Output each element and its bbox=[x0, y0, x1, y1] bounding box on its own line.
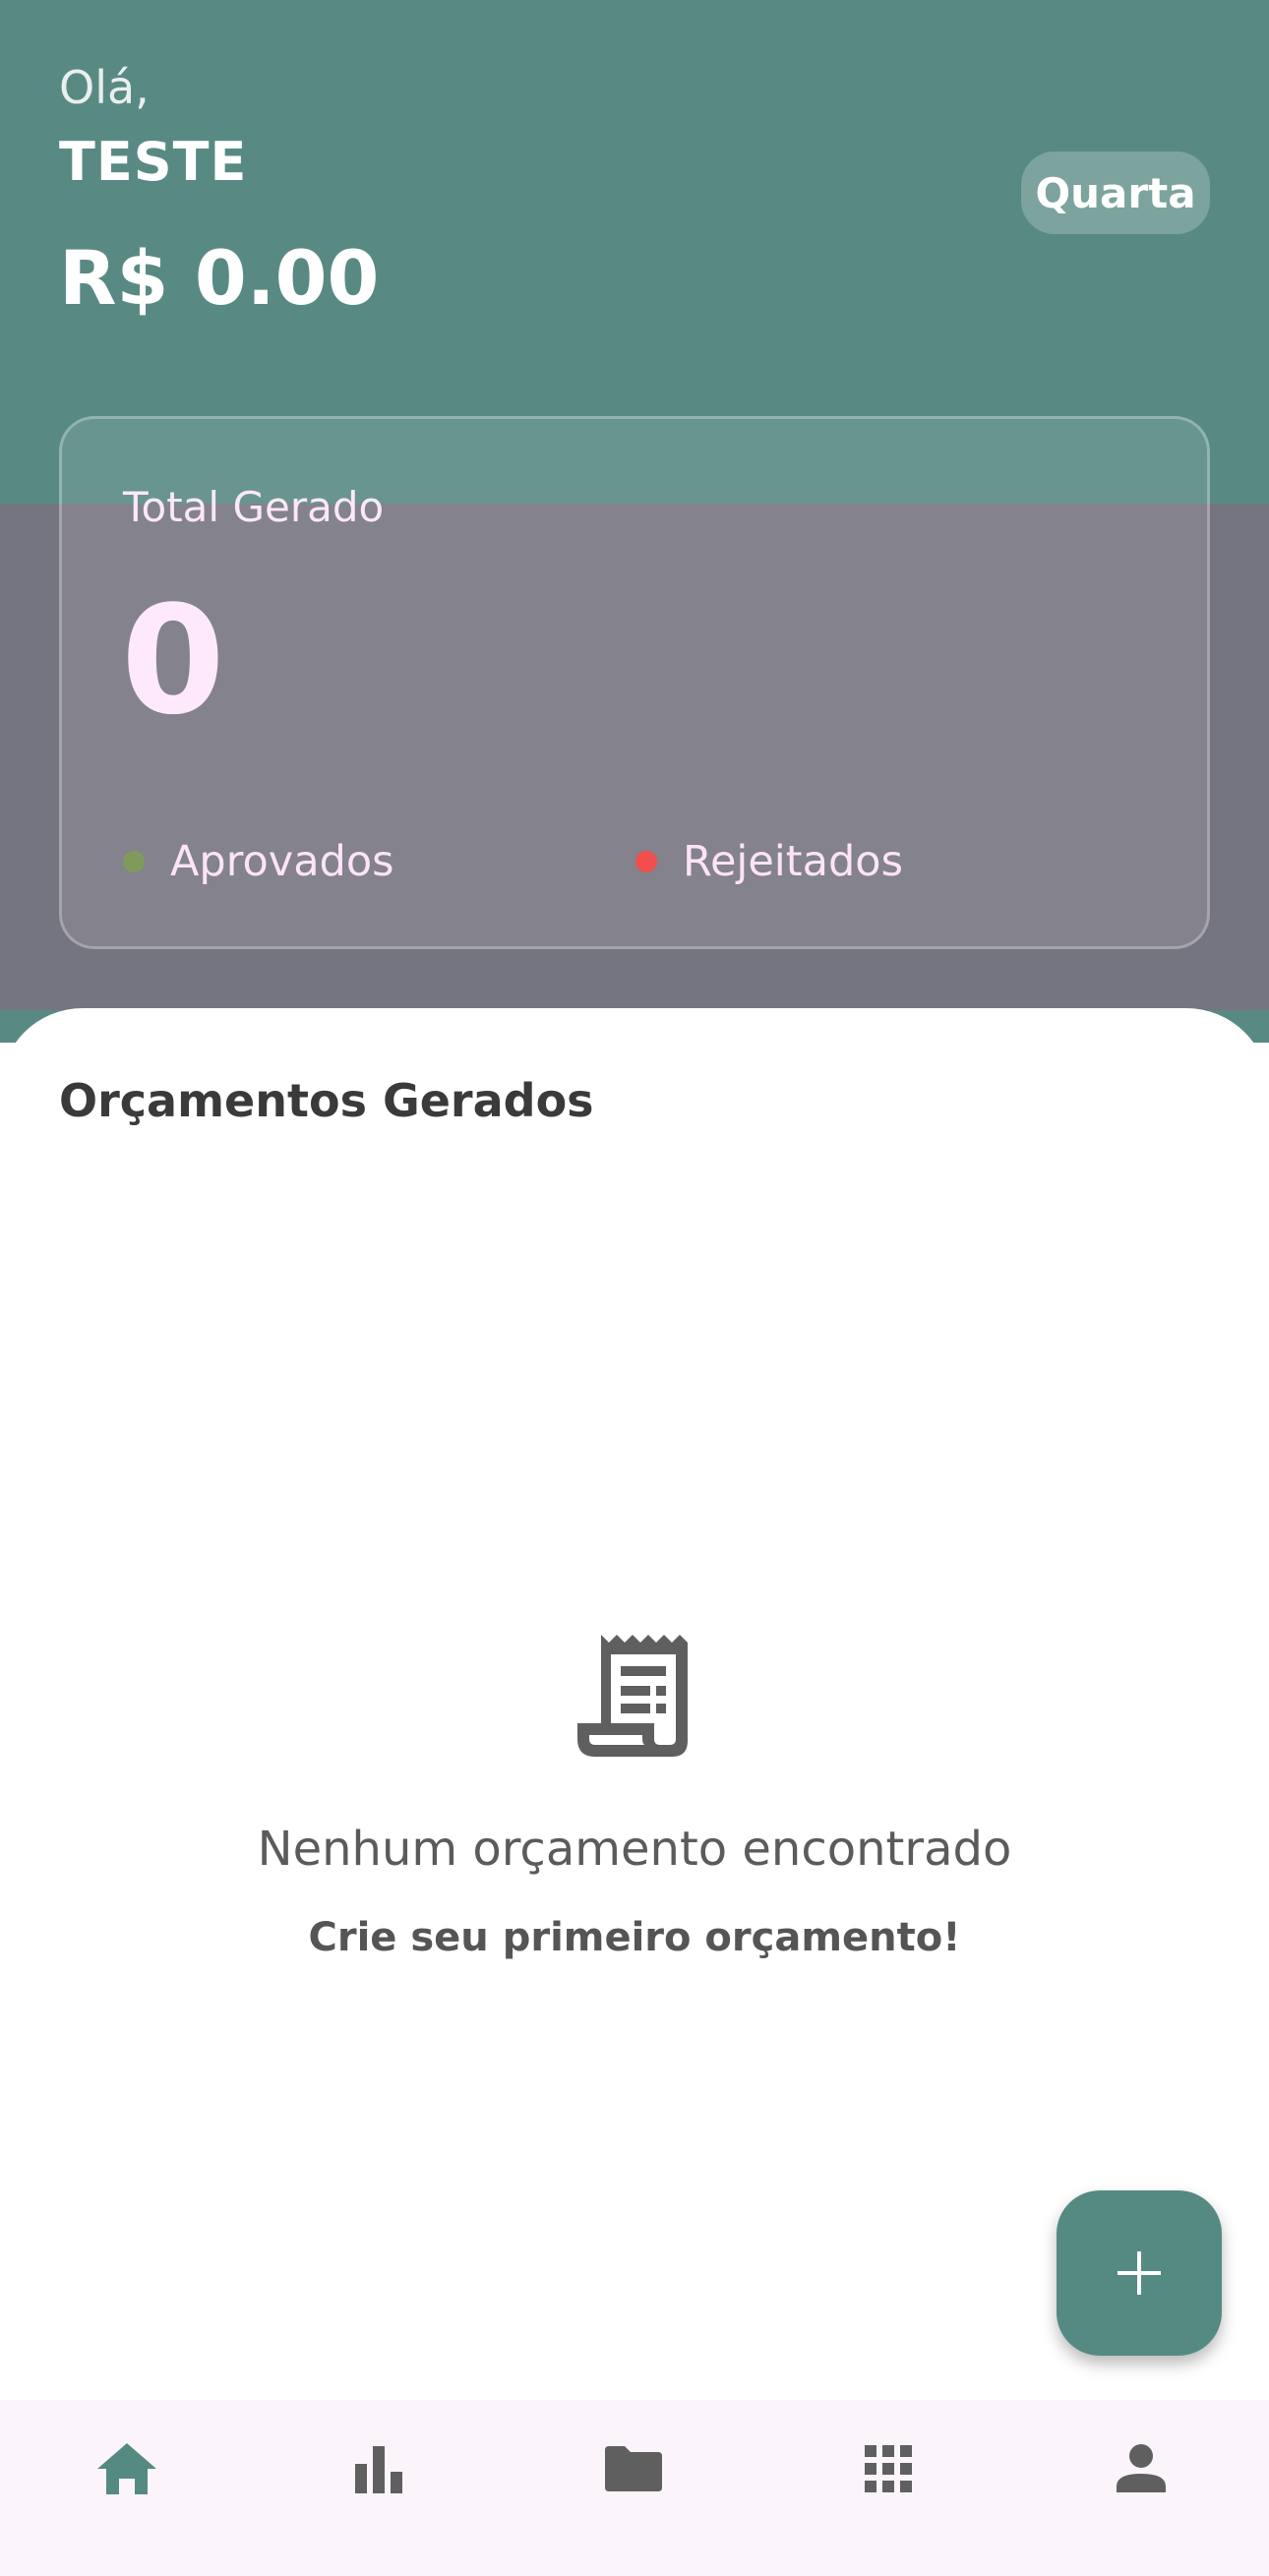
person-icon bbox=[1117, 2444, 1166, 2492]
folder-icon bbox=[605, 2446, 662, 2491]
bottom-navigation bbox=[0, 2400, 1269, 2576]
nav-statistics[interactable] bbox=[339, 2429, 418, 2508]
stats-value: 0 bbox=[121, 573, 225, 748]
nav-apps[interactable] bbox=[849, 2429, 928, 2508]
day-chip[interactable]: Quarta bbox=[1021, 151, 1210, 234]
legend-approved: Aprovados bbox=[123, 837, 394, 886]
empty-state-title: Nenhum orçamento encontrado bbox=[257, 1822, 1012, 1877]
user-name: TESTE bbox=[59, 131, 248, 193]
legend-approved-label: Aprovados bbox=[170, 837, 394, 886]
bar-chart-icon bbox=[355, 2446, 402, 2493]
receipt-icon bbox=[577, 1635, 688, 1757]
section-title: Orçamentos Gerados bbox=[59, 1074, 594, 1127]
greeting: Olá, bbox=[59, 61, 150, 114]
nav-folder[interactable] bbox=[594, 2429, 673, 2508]
nav-home[interactable] bbox=[88, 2429, 166, 2508]
home-icon bbox=[97, 2443, 156, 2494]
empty-state-subtitle: Crie seu primeiro orçamento! bbox=[308, 1915, 961, 1960]
stats-label: Total Gerado bbox=[123, 483, 385, 531]
screen: Olá, TESTE R$ 0.00 Quarta Total Gerado 0… bbox=[0, 0, 1269, 2576]
legend-rejected-label: Rejeitados bbox=[683, 837, 903, 886]
add-budget-button[interactable] bbox=[1057, 2190, 1222, 2356]
balance-amount: R$ 0.00 bbox=[59, 234, 380, 322]
approved-dot-icon bbox=[123, 851, 145, 872]
apps-grid-icon bbox=[865, 2445, 912, 2492]
rejected-dot-icon bbox=[635, 851, 657, 872]
stats-card: Total Gerado 0 Aprovados Rejeitados bbox=[59, 416, 1210, 949]
plus-icon bbox=[1118, 2251, 1161, 2295]
legend-rejected: Rejeitados bbox=[635, 837, 903, 886]
nav-profile[interactable] bbox=[1102, 2429, 1180, 2508]
